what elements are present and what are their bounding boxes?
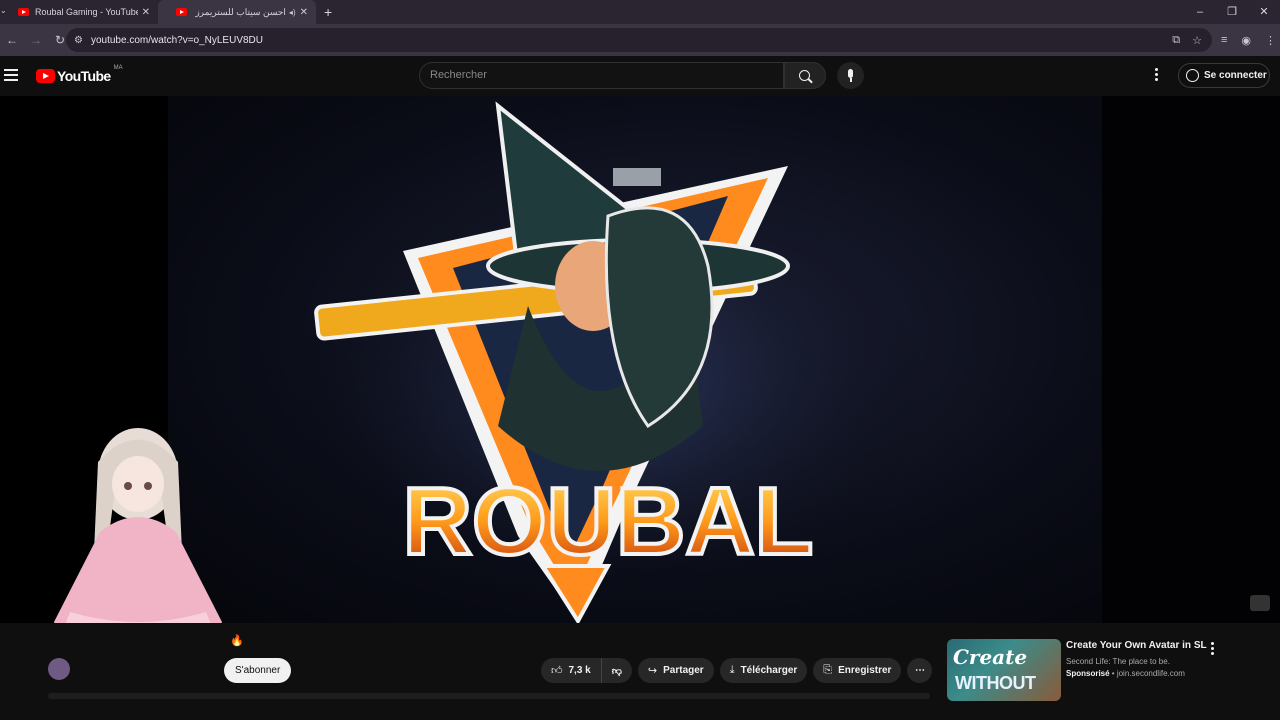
address-bar-row: ← → ↻ ⚙ youtube.com/watch?v=o_NyLEUV8DU … [0,24,1280,56]
voice-search-button[interactable] [837,62,864,89]
dislike-button[interactable]: 👎︎ [601,658,632,683]
omnibox[interactable]: ⚙ youtube.com/watch?v=o_NyLEUV8DU ⧉ ☆ [66,28,1212,52]
url-text[interactable]: youtube.com/watch?v=o_NyLEUV8DU [91,35,263,46]
download-icon: ⤓ [729,664,735,676]
settings-kebab-icon[interactable] [1155,68,1159,83]
thumbs-up-icon: 👍︎ [551,665,563,677]
search-icon [799,70,810,81]
close-window-icon[interactable]: ✕ [1248,0,1280,24]
share-arrow-icon: ↪ [647,665,658,677]
save-button[interactable]: ⎘ Enregistrer [813,658,902,683]
restore-icon[interactable]: ❐ [1216,0,1248,24]
subscribe-button[interactable]: S'abonner [224,658,292,683]
youtube-header: YouTube MA Rechercher Se connecter [0,56,1280,96]
sign-in-button[interactable]: Se connecter [1178,63,1270,88]
more-actions-button[interactable]: ⋯ [907,658,933,683]
bookmark-star-icon[interactable]: ☆ [1192,34,1202,47]
like-dislike-group: 👍︎ 7,3 k 👎︎ [541,658,632,683]
media-control-icon[interactable]: ≡ [1221,34,1227,47]
menu-icon[interactable] [4,69,18,81]
roubal-logo-image: ROUBAL [278,101,938,623]
close-icon[interactable]: ✕ [300,7,308,18]
forward-icon[interactable]: → [24,33,48,47]
tab-label: Roubal Gaming - YouTube [35,7,138,17]
ad-sponsored-label: Sponsorisé [1066,669,1110,678]
ad-menu-icon[interactable] [1211,642,1214,657]
like-button[interactable]: 👍︎ 7,3 k [541,658,602,683]
back-icon[interactable]: ← [0,33,24,47]
ad-domain[interactable]: join.secondlife.com [1117,669,1185,678]
ad-thumb-line1: Create [953,645,1028,669]
logo-wordmark: YouTube [57,68,111,84]
ad-thumbnail[interactable]: Create WITHOUT [947,639,1061,701]
video-frame[interactable]: ROUBAL [168,96,1102,623]
omnibox-actions: ⧉ ☆ [1172,34,1202,47]
close-icon[interactable]: ✕ [142,7,150,18]
search-button[interactable] [784,62,826,89]
tab-label: احسن سيتاب للستريمرز في ال [193,6,286,17]
account-icon [1186,69,1199,82]
profile-icon[interactable]: ◉ [1241,34,1251,47]
channel-watermark-icon[interactable] [1250,595,1270,611]
speaker-icon[interactable]: ◂) [289,8,296,17]
share-label: Partager [663,665,704,676]
minimize-icon[interactable]: – [1184,0,1216,24]
ad-title[interactable]: Create Your Own Avatar in SL [1066,640,1207,651]
youtube-favicon-icon [176,8,187,16]
ad-thumb-line2: WITHOUT [955,673,1036,693]
like-count: 7,3 k [568,665,591,676]
share-button[interactable]: ↪ Partager [637,658,714,683]
tab-active-video[interactable]: احسن سيتاب للستريمرز في ال ◂) ✕ [158,0,316,24]
youtube-logo[interactable]: YouTube MA [36,65,123,84]
fire-emoji-icon: 🔥 [230,635,244,647]
thumbnail-wordmark: ROUBAL [403,468,814,575]
bookmark-icon: ⎘ [823,664,833,676]
toolbar-right: ≡ ◉ ⋮ [1221,34,1280,47]
download-label: Télécharger [740,665,798,676]
country-code: MA [113,65,123,71]
description-box[interactable] [48,693,930,699]
plus-icon[interactable]: + [324,4,332,20]
video-player[interactable]: ROUBAL [0,96,1280,623]
video-info-area: 🔥 S'abonner 👍︎ 7,3 k 👎︎ ↪ Partager ⤓ Tél… [0,623,1280,720]
ad-sponsor-line: Sponsorisé • join.secondlife.com [1066,669,1185,678]
window-controls: – ❐ ✕ [1184,0,1280,24]
video-side-panel [1102,96,1280,623]
youtube-favicon-icon [18,8,29,16]
site-info-icon[interactable]: ⚙ [74,35,83,46]
install-app-icon[interactable]: ⧉ [1172,34,1180,47]
search-input[interactable]: Rechercher [419,62,784,89]
more-horizontal-icon: ⋯ [914,665,925,676]
vtuber-avatar-image [54,428,222,623]
channel-avatar[interactable] [48,658,70,680]
thumbs-down-icon: 👎︎ [611,665,622,677]
sign-in-label: Se connecter [1204,70,1267,81]
video-actions: 👍︎ 7,3 k 👎︎ ↪ Partager ⤓ Télécharger ⎘ E… [541,658,933,683]
download-button[interactable]: ⤓ Télécharger [719,658,808,683]
browser-menu-icon[interactable]: ⋮ [1265,34,1276,47]
browser-tab-strip: ⌄ Roubal Gaming - YouTube ✕ احسن سيتاب ل… [0,0,1280,24]
ad-subtitle: Second Life: The place to be. [1066,657,1170,666]
tab-roubal-gaming[interactable]: Roubal Gaming - YouTube ✕ [0,0,158,24]
youtube-play-icon [36,69,55,83]
save-label: Enregistrer [838,665,892,676]
